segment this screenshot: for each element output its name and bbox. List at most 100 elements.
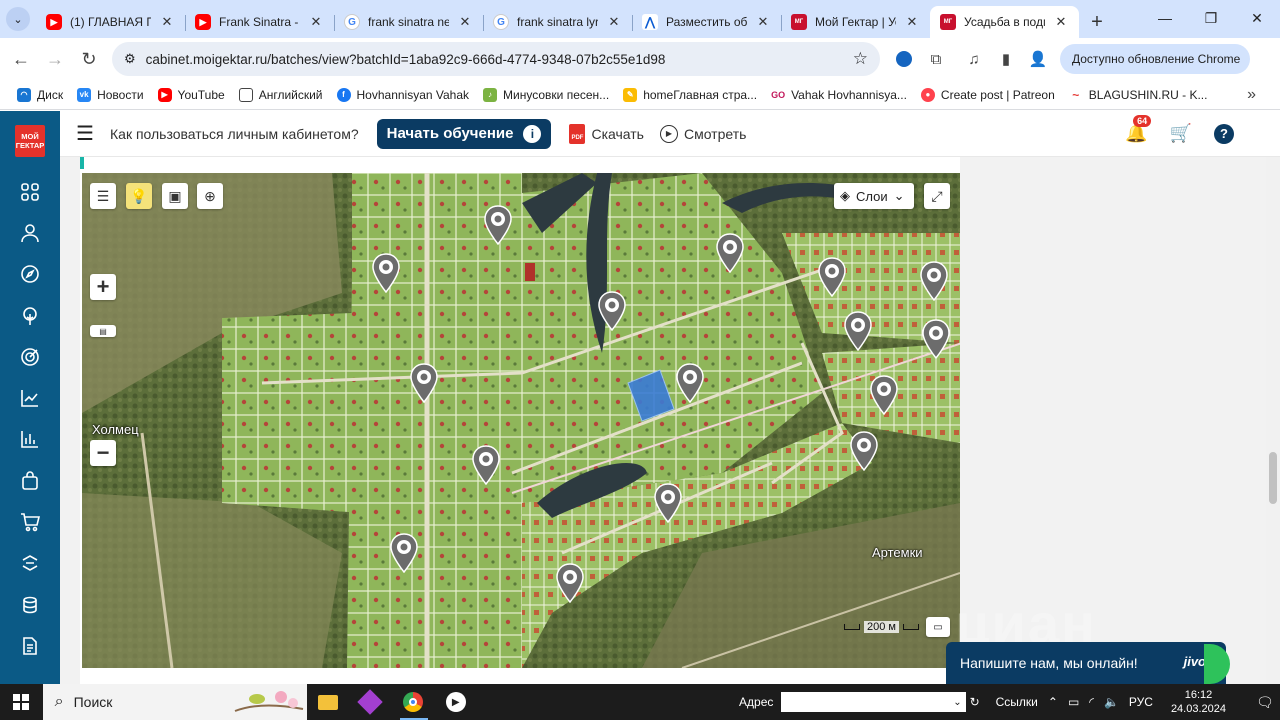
puzzle-icon[interactable]: ⧉ [920, 43, 952, 75]
site-settings-icon[interactable]: ⚙ [124, 51, 136, 67]
media-player-icon[interactable]: ▶ [434, 684, 477, 720]
chevron-right-icon[interactable]: » [1247, 86, 1256, 104]
watch-video-link[interactable]: ▶ Смотреть [659, 124, 746, 143]
bookmark-item[interactable]: ♪ Минусовки песен... [476, 87, 616, 102]
extension-icon[interactable] [888, 43, 920, 75]
map-pin-icon[interactable] [410, 363, 438, 403]
browser-tab-active[interactable]: МГ Усадьба в подм ✕ [930, 6, 1079, 38]
exchange-icon[interactable] [0, 543, 60, 584]
close-icon[interactable]: ✕ [159, 14, 175, 30]
minimize-icon[interactable]: — [1142, 0, 1188, 36]
profile-icon[interactable]: 👤 [1022, 43, 1054, 75]
close-icon[interactable]: ✕ [755, 14, 771, 30]
bookmark-item[interactable]: ~ BLAGUSHIN.RU - K... [1062, 87, 1215, 102]
trend-chart-icon[interactable] [0, 377, 60, 418]
map-pin-icon[interactable] [870, 375, 898, 415]
map-pin-icon[interactable] [850, 431, 878, 471]
zoom-out-button[interactable]: − [90, 440, 116, 466]
cart-icon[interactable] [0, 501, 60, 542]
map-pin-icon[interactable] [920, 261, 948, 301]
new-tab-button[interactable]: + [1079, 6, 1115, 38]
links-label[interactable]: Ссылки [996, 695, 1038, 709]
language-indicator[interactable]: РУС [1129, 695, 1153, 709]
cart-icon[interactable]: 🛒 [1170, 123, 1192, 144]
map-pin-icon[interactable] [654, 483, 682, 523]
network-icon[interactable]: ▭ [1068, 695, 1079, 709]
forward-arrow-icon[interactable]: → [38, 42, 72, 76]
map-locate-button[interactable]: ⊕ [197, 183, 223, 209]
map-pin-icon[interactable] [390, 533, 418, 573]
map-pin-icon[interactable] [676, 363, 704, 403]
map-pin-icon[interactable] [484, 205, 512, 245]
zoom-slider-handle[interactable]: ▤ [90, 325, 116, 337]
map-pin-icon[interactable] [844, 311, 872, 351]
plot-map[interactable]: Холмец Артемки ☰ 💡 ▣ ⊕ + ▤ − ◈ Слои ⌄ ⤢ … [82, 173, 960, 668]
help-icon[interactable]: ? [1214, 123, 1234, 144]
bookmark-item[interactable]: ✎ homeГлавная стра... [616, 87, 764, 102]
ruler-button[interactable]: ▭ [926, 617, 950, 637]
chat-widget[interactable]: Напишите нам, мы онлайн! jivo [946, 642, 1230, 684]
bar-chart-icon[interactable] [0, 419, 60, 460]
close-window-icon[interactable]: ✕ [1234, 0, 1280, 36]
bookmark-item[interactable]: GO Vahak Hovhannisya... [764, 87, 914, 102]
browser-tab[interactable]: ▶ (1) ГЛАВНАЯ ПР ✕ [36, 6, 185, 38]
chrome-update-button[interactable]: Доступно обновление Chrome [1060, 44, 1251, 74]
start-tutorial-button[interactable]: Начать обучение i [376, 118, 552, 149]
close-icon[interactable]: ✕ [1053, 14, 1069, 30]
document-icon[interactable] [0, 625, 60, 666]
bookmark-item[interactable]: Английский [232, 87, 330, 102]
browser-tab[interactable]: ▶ Frank Sinatra - F ✕ [185, 6, 334, 38]
map-pin-icon[interactable] [472, 445, 500, 485]
compass-icon[interactable] [0, 254, 60, 295]
go-arrow-icon[interactable]: ↻ [970, 695, 980, 709]
media-control-icon[interactable]: ♫ [958, 43, 990, 75]
map-menu-button[interactable]: ☰ [90, 183, 116, 209]
chrome-icon[interactable] [392, 684, 435, 720]
bag-icon[interactable] [0, 460, 60, 501]
notification-center-icon[interactable]: 🗨 [1256, 694, 1280, 711]
clock[interactable]: 16:12 24.03.2024 [1171, 688, 1226, 716]
file-explorer-icon[interactable] [307, 684, 350, 720]
menu-icon[interactable]: ☰ [60, 121, 110, 146]
tab-search-button[interactable]: ⌄ [0, 0, 36, 38]
notifications-button[interactable]: 🔔 64 [1125, 115, 1152, 144]
address-toolbar-input[interactable]: ⌄ [781, 692, 966, 712]
target-icon[interactable] [0, 336, 60, 377]
map-pin-icon[interactable] [556, 563, 584, 603]
browser-tab[interactable]: ⋀ Разместить объ ✕ [632, 6, 781, 38]
page-scrollbar[interactable] [1266, 157, 1280, 684]
volume-icon[interactable]: 🔈 [1104, 695, 1119, 709]
side-panel-icon[interactable]: ▮ [990, 43, 1022, 75]
close-icon[interactable]: ✕ [904, 14, 920, 30]
fullscreen-button[interactable]: ⤢ [924, 183, 950, 209]
pencil-app-icon[interactable] [349, 684, 392, 720]
bookmark-item[interactable]: vk Новости [70, 87, 150, 102]
maximize-icon[interactable]: ❐ [1188, 0, 1234, 36]
scrollbar-thumb[interactable] [1269, 452, 1277, 504]
satellite-map[interactable] [82, 173, 960, 668]
chevron-up-icon[interactable]: ⌃ [1048, 695, 1058, 709]
star-icon[interactable]: ☆ [853, 49, 868, 69]
zoom-in-button[interactable]: + [90, 274, 116, 300]
bookmark-item[interactable]: f Hovhannisyan Vahak [330, 87, 477, 102]
url-text[interactable]: cabinet.moigektar.ru/batches/view?batchI… [146, 52, 843, 67]
browser-tab[interactable]: G frank sinatra lyri ✕ [483, 6, 632, 38]
browser-tab[interactable]: МГ Мой Гектар | Ус ✕ [781, 6, 930, 38]
browser-tab[interactable]: G frank sinatra new ✕ [334, 6, 483, 38]
address-bar[interactable]: ⚙ cabinet.moigektar.ru/batches/view?batc… [112, 42, 880, 76]
taskbar-search[interactable]: ⌕ Поиск [42, 684, 307, 720]
download-pdf-link[interactable]: PDF Скачать [569, 123, 644, 144]
back-arrow-icon[interactable]: ← [4, 42, 38, 76]
bookmark-item[interactable]: ◠ Диск [10, 87, 70, 102]
close-icon[interactable]: ✕ [606, 14, 622, 30]
user-icon[interactable] [0, 212, 60, 253]
layers-dropdown[interactable]: ◈ Слои ⌄ [834, 183, 914, 209]
map-print-button[interactable]: ▣ [162, 183, 188, 209]
tree-icon[interactable] [0, 295, 60, 336]
close-icon[interactable]: ✕ [457, 14, 473, 30]
map-hint-button[interactable]: 💡 [126, 183, 152, 209]
wifi-icon[interactable]: ◜ [1089, 695, 1094, 709]
reload-icon[interactable]: ↻ [72, 42, 106, 76]
map-pin-icon[interactable] [716, 233, 744, 273]
map-pin-icon[interactable] [818, 257, 846, 297]
